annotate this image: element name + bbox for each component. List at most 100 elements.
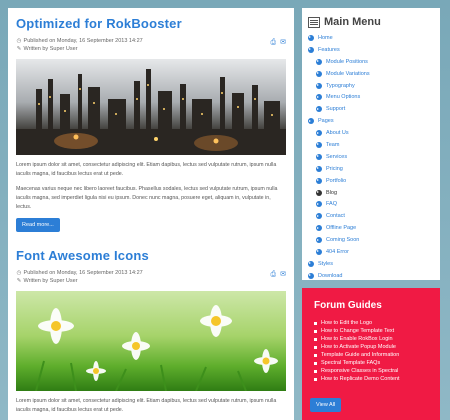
menu-item[interactable]: Menu Options [302,91,440,103]
chevron-right-icon [316,237,322,244]
menu-item-label: Team [326,141,340,148]
chevron-right-icon [316,201,322,208]
bullet-icon [314,345,317,349]
menu-item-label: Pages [318,118,334,125]
forum-guide-label: Template Guide and Information [321,352,400,358]
forum-guide-link[interactable]: How to Change Template Text [302,327,440,335]
forum-guides-title: Forum Guides [314,300,382,311]
bullet-icon [314,361,317,365]
forum-guide-label: How to Enable RokBox Login [321,336,393,342]
menu-item[interactable]: Download [302,270,440,280]
menu-item[interactable]: About Us [302,127,440,139]
main-menu-header: Main Menu [302,8,440,32]
menu-item[interactable]: Module Variations [302,68,440,80]
bullet-icon [314,353,317,357]
main-menu-title: Main Menu [324,16,381,28]
read-more-button[interactable]: Read more... [16,218,60,232]
menu-item[interactable]: Portfolio [302,175,440,187]
menu-item[interactable]: Module Positions [302,56,440,68]
menu-item-label: 404 Error [326,248,349,255]
menu-item[interactable]: Support [302,103,440,115]
forum-guide-link[interactable]: How to Enable RokBox Login [302,335,440,343]
menu-item-label: Contact [326,213,345,220]
menu-item[interactable]: Features [302,44,440,56]
clock-icon: ◷ [16,38,22,44]
forum-guide-link[interactable]: Template Guide and Information [302,351,440,359]
menu-item[interactable]: Coming Soon [302,234,440,246]
menu-item[interactable]: Team [302,139,440,151]
bullet-icon [314,377,317,381]
forum-guide-link[interactable]: Spectral Template FAQs [302,359,440,367]
menu-item[interactable]: Pricing [302,163,440,175]
menu-item-label: Styles [318,260,333,267]
menu-item[interactable]: Blog [302,187,440,199]
author: Written by Super User [23,46,78,52]
forum-guide-label: How to Replicate Demo Content [321,376,400,382]
menu-item-label: Menu Options [326,94,361,101]
menu-item-label: Home [318,34,333,41]
menu-item[interactable]: Contact [302,210,440,222]
menu-item-label: Offline Page [326,225,357,232]
article-tools: ⎙ ✉ [267,270,286,279]
chevron-right-icon [308,34,314,41]
chevron-right-icon [316,165,322,172]
article-tools: ⎙ ✉ [267,38,286,47]
menu-item-label: Module Variations [326,70,370,77]
chevron-right-icon [316,70,322,77]
chevron-right-icon [316,82,322,89]
email-icon[interactable]: ✉ [280,39,286,46]
print-icon[interactable]: ⎙ [271,271,277,278]
chevron-right-icon [316,130,322,137]
forum-guide-link[interactable]: Responsive Classes in Spectral [302,367,440,375]
menu-item-label: Typography [326,82,355,89]
menu-item[interactable]: Pages [302,115,440,127]
chevron-right-icon [316,94,322,101]
clock-icon: ◷ [16,270,22,276]
menu-item[interactable]: Offline Page [302,222,440,234]
menu-item[interactable]: Services [302,151,440,163]
article-1: Optimized for RokBooster ◷ Published on … [8,8,294,232]
article-image-refinery [16,59,286,155]
chevron-right-icon [316,141,322,148]
main-menu-list: Home Features Module Positions Module Varia… [302,32,440,280]
article-meta: ◷ Published on Monday, 16 September 2013… [16,37,286,53]
published-date: Published on Monday, 16 September 2013 1… [23,270,143,276]
forum-guide-label: How to Change Template Text [321,328,395,334]
menu-item-label: Coming Soon [326,237,360,244]
main-menu-module: Main Menu Home Features Module Positions Mo… [302,8,440,280]
menu-item-label: Module Positions [326,58,368,65]
chevron-right-icon [316,213,322,220]
menu-item-label: FAQ [326,201,338,208]
forum-guide-label: Spectral Template FAQs [321,360,381,366]
menu-item[interactable]: Typography [302,80,440,92]
menu-item-label: Support [326,106,346,113]
article-meta: ◷ Published on Monday, 16 September 2013… [16,269,286,285]
forum-guide-link[interactable]: How to Edit the Logo [302,319,440,327]
email-icon[interactable]: ✉ [280,271,286,278]
chevron-right-icon [308,260,314,267]
chevron-right-icon [308,118,314,125]
article-paragraph: Lorem ipsum dolor sit amet, consectetur … [16,162,277,177]
forum-guide-link[interactable]: How to Activate Popup Module [302,343,440,351]
print-icon[interactable]: ⎙ [271,39,277,46]
menu-item[interactable]: FAQ [302,198,440,210]
menu-item-label: Blog [326,189,338,196]
menu-item-label: Services [326,153,348,160]
article-title[interactable]: Font Awesome Icons [16,240,286,263]
forum-guide-label: How to Edit the Logo [321,320,373,326]
menu-item[interactable]: Styles [302,258,440,270]
forum-guide-link[interactable]: How to Replicate Demo Content [302,375,440,383]
view-all-button[interactable]: View All [310,398,342,412]
menu-item-label: Features [318,46,340,53]
article-title[interactable]: Optimized for RokBooster [16,8,286,31]
chevron-right-icon [316,153,322,160]
menu-item[interactable]: 404 Error [302,246,440,258]
menu-item-label: About Us [326,130,349,137]
menu-item[interactable]: Home [302,32,440,44]
forum-guide-label: How to Activate Popup Module [321,344,396,350]
pencil-icon: ✎ [16,278,22,284]
chevron-right-icon [308,272,314,279]
chevron-right-icon [316,248,322,255]
chevron-right-icon [316,225,322,232]
article-2: Font Awesome Icons ◷ Published on Monday… [8,240,294,415]
